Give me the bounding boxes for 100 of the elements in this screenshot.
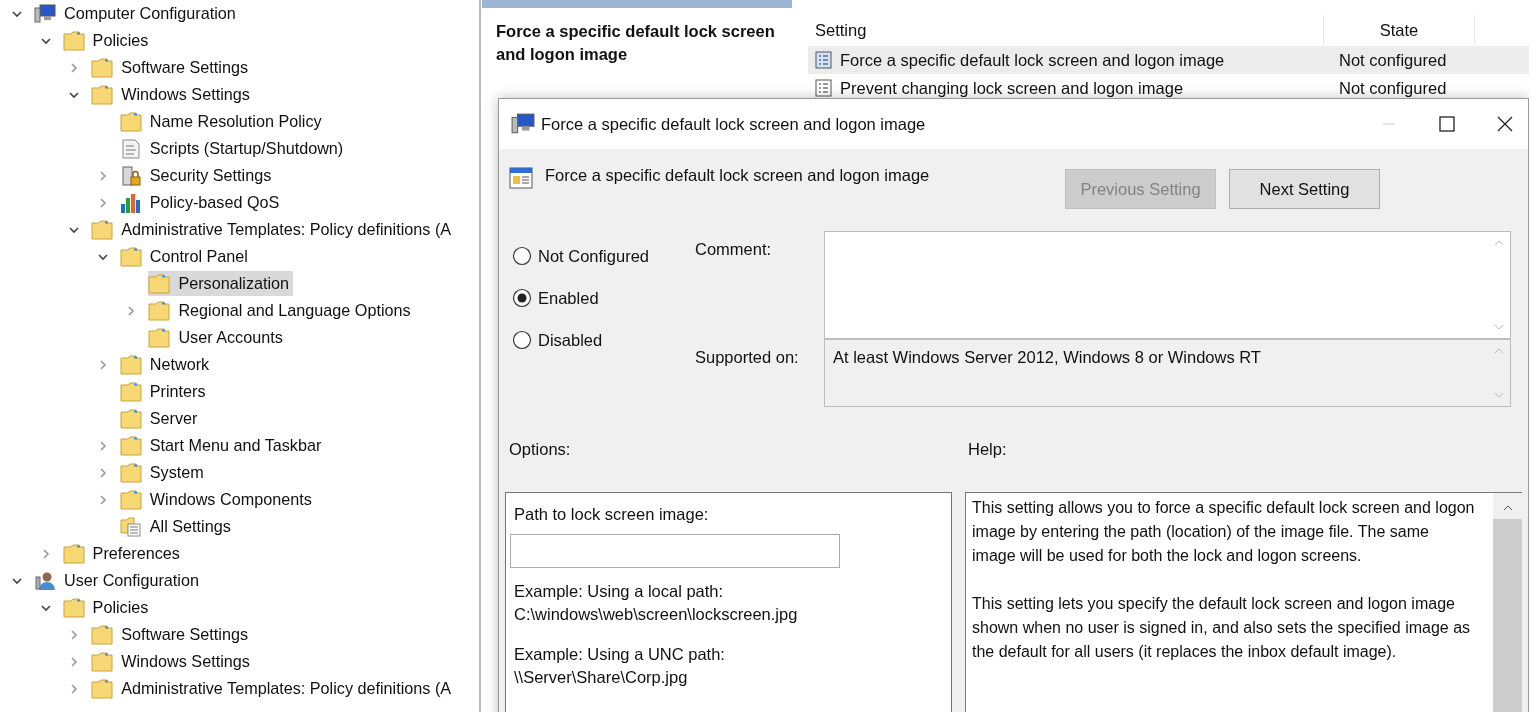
collapse-chevron-icon[interactable] [12, 575, 22, 586]
expand-chevron-icon[interactable] [69, 656, 80, 667]
example-path: \\Server\Share\Corp.jpg [514, 667, 689, 688]
folder-icon [91, 219, 114, 240]
setting-name: Force a specific default lock screen and logon image [545, 166, 931, 185]
server-lock-icon [119, 165, 142, 186]
radio-option[interactable]: Disabled [512, 319, 695, 361]
expand-chevron-icon[interactable] [40, 548, 51, 559]
expand-chevron-icon[interactable] [97, 170, 108, 181]
radio-button[interactable] [512, 288, 532, 308]
options-label: Options: [509, 440, 572, 459]
computer-icon [511, 113, 535, 135]
tree-item[interactable]: Administrative Templates: Policy definitions (A [91, 217, 456, 242]
folder-icon [119, 111, 142, 132]
tree-item[interactable]: Scripts (Startup/Shutdown) [119, 136, 348, 161]
tree-item[interactable]: Computer Configuration [34, 1, 240, 26]
tree-item[interactable]: Control Panel [119, 244, 252, 269]
tree-item[interactable]: Policy-based QoS [119, 190, 284, 215]
tree-item[interactable]: Security Settings [119, 163, 276, 188]
scroll-down-icon[interactable] [1494, 324, 1504, 330]
tree-item[interactable]: Server [119, 406, 202, 431]
expand-chevron-icon[interactable] [97, 467, 108, 478]
settings-window-icon [509, 166, 533, 190]
tree-item[interactable]: All Settings [119, 514, 235, 539]
folder-icon [119, 381, 142, 402]
scroll-down-icon[interactable] [1494, 392, 1504, 398]
tree-item[interactable]: Administrative Templates: Policy definitions (A [91, 676, 456, 701]
expand-chevron-icon[interactable] [126, 305, 137, 316]
comment-label: Comment: [695, 240, 773, 260]
radio-button[interactable] [512, 246, 532, 266]
expand-chevron-icon[interactable] [69, 683, 80, 694]
radio-option[interactable]: Enabled [512, 277, 695, 319]
tree-item[interactable]: Start Menu and Taskbar [119, 433, 326, 458]
policy-icon [815, 51, 833, 69]
user-icon [34, 570, 56, 591]
expand-chevron-icon[interactable] [97, 359, 108, 370]
tree-item[interactable]: System [119, 460, 208, 485]
folder-icon [91, 651, 114, 672]
tree-item[interactable]: Regional and Language Options [148, 298, 415, 323]
path-input-field[interactable] [510, 534, 840, 568]
folder-icon [148, 300, 171, 321]
example-path: C:\windows\web\screen\lockscreen.jpg [514, 604, 799, 625]
policy-icon [815, 79, 833, 97]
collapse-chevron-icon[interactable] [69, 224, 80, 235]
scrollbar[interactable] [1493, 493, 1522, 712]
setting-state: Not configured [1338, 49, 1448, 71]
script-icon [119, 138, 142, 159]
folder-icon [62, 597, 85, 618]
folder-icon [119, 408, 142, 429]
help-paragraph: This setting lets you specify the default lock screen and logon image shown when no user is signed in, and also sets the specified image as the default for all users (it replaces the inbox default image). [972, 594, 1472, 662]
folder-icon [119, 435, 142, 456]
radio-button[interactable] [512, 330, 532, 350]
expand-chevron-icon[interactable] [69, 62, 80, 73]
collapse-chevron-icon[interactable] [97, 251, 108, 262]
expand-chevron-icon[interactable] [97, 440, 108, 451]
folder-icon [148, 327, 171, 348]
setting-name: Force a specific default lock screen and logon image [840, 50, 1225, 70]
tree-item[interactable]: Policies [62, 595, 153, 620]
tree-item[interactable]: Name Resolution Policy [119, 109, 326, 134]
radio-option[interactable]: Not Configured [512, 235, 695, 277]
expand-chevron-icon[interactable] [69, 629, 80, 640]
setting-row[interactable]: Force a specific default lock screen and logon image Not configured [808, 46, 1529, 74]
tree-item[interactable]: Personalization [148, 271, 294, 296]
help-label: Help: [968, 440, 1007, 459]
tree-item[interactable]: Preferences [62, 541, 184, 566]
comment-field[interactable] [824, 231, 1511, 339]
column-header[interactable]: State [1324, 15, 1475, 45]
column-header[interactable]: Setting [808, 15, 1324, 45]
setting-row[interactable]: Prevent changing lock screen and logon image Not configured [808, 74, 1529, 102]
tree-item[interactable]: User Accounts [148, 325, 287, 350]
bar-chart-icon [119, 192, 142, 213]
scroll-up-icon[interactable] [1502, 505, 1513, 511]
help-paragraph: This setting allows you to force a specific default lock screen and logon image by entering the path (location) of the image file. The same image will be used for both the lock and logon screens. [972, 498, 1475, 566]
tree-item[interactable]: Software Settings [91, 622, 253, 647]
next-button[interactable]: Next Setting [1229, 169, 1380, 209]
folder-icon [148, 273, 171, 294]
setting-title: Force a specific default lock screen and logon image [495, 21, 776, 65]
path-label: Path to lock screen image: [514, 505, 710, 524]
collapse-chevron-icon[interactable] [69, 89, 80, 100]
folder-icon [62, 543, 85, 564]
folder-icon [119, 489, 142, 510]
expand-chevron-icon[interactable] [97, 197, 108, 208]
tree-item[interactable]: Windows Settings [91, 82, 254, 107]
tree-item[interactable]: User Configuration [34, 568, 203, 593]
folder-list-icon [119, 516, 142, 537]
collapse-chevron-icon[interactable] [40, 35, 51, 46]
tree-item[interactable]: Software Settings [91, 55, 253, 80]
collapse-chevron-icon[interactable] [12, 8, 22, 19]
folder-icon [91, 624, 114, 645]
tree-item[interactable]: Windows Settings [91, 649, 254, 674]
tree-item[interactable]: Policies [62, 28, 153, 53]
collapse-chevron-icon[interactable] [40, 602, 51, 613]
expand-chevron-icon[interactable] [97, 494, 108, 505]
tree-item[interactable]: Network [119, 352, 214, 377]
window-title: Force a specific default lock screen and logon image [541, 114, 927, 134]
example-caption: Example: Using a local path: [514, 581, 725, 602]
tree-item[interactable]: Windows Components [119, 487, 316, 512]
folder-icon [119, 462, 142, 483]
folder-icon [91, 84, 114, 105]
tree-item[interactable]: Printers [119, 379, 210, 404]
